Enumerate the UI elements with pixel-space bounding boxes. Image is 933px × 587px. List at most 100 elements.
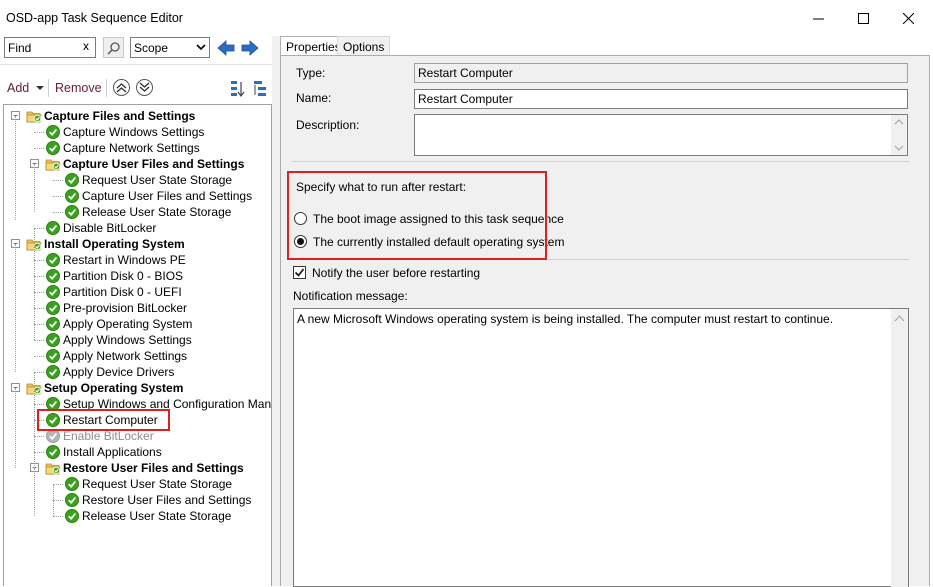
move-up-button[interactable] — [113, 79, 130, 96]
tree-step[interactable]: Apply Windows Settings — [45, 332, 192, 348]
tree-group[interactable]: Restore User Files and Settings — [45, 460, 244, 476]
tree-step[interactable]: Apply Network Settings — [45, 348, 187, 364]
tree-item-label: Apply Operating System — [63, 317, 193, 331]
step-success-icon — [65, 509, 79, 523]
restart-computer-highlight — [37, 409, 170, 431]
type-label: Type: — [296, 66, 326, 80]
description-field[interactable] — [414, 114, 908, 156]
tree-item-label: Capture Network Settings — [63, 141, 200, 155]
scroll-arrows-icon — [894, 119, 904, 151]
tree-connector — [34, 148, 44, 149]
group-folder-icon — [45, 463, 61, 475]
tree-step[interactable]: Restart in Windows PE — [45, 252, 186, 268]
tree-connector — [34, 228, 35, 340]
tree-group[interactable]: Install Operating System — [26, 236, 185, 252]
tree-step[interactable]: Apply Device Drivers — [45, 364, 174, 380]
tree-group[interactable]: Capture User Files and Settings — [45, 156, 244, 172]
tree-step[interactable]: Request User State Storage — [64, 172, 232, 188]
tree-step[interactable]: Pre-provision BitLocker — [45, 300, 187, 316]
tree-item-label: Install Applications — [63, 445, 162, 459]
tree-step[interactable]: Capture Network Settings — [45, 140, 200, 156]
tree-connector — [34, 308, 44, 309]
notification-scrollbar[interactable] — [891, 309, 908, 587]
step-success-icon — [46, 365, 60, 379]
toolbar-divider — [0, 64, 272, 65]
tree-item-label: Enable BitLocker — [63, 429, 154, 443]
description-label: Description: — [296, 118, 360, 132]
tree-step[interactable]: Capture User Files and Settings — [64, 188, 252, 204]
tree-item-label: Capture User Files and Settings — [63, 157, 245, 171]
tree-connector — [15, 116, 16, 220]
name-field[interactable]: Restart Computer — [414, 89, 908, 109]
step-success-icon — [46, 445, 60, 459]
find-input[interactable] — [5, 38, 77, 57]
scope-select[interactable]: Scope — [130, 37, 210, 58]
splitter[interactable] — [272, 36, 280, 586]
tree-connector — [53, 196, 63, 197]
tree-step[interactable]: Restore User Files and Settings — [64, 492, 251, 508]
tree-step[interactable]: Partition Disk 0 - BIOS — [45, 268, 183, 284]
add-menu-button[interactable]: Add — [7, 81, 44, 95]
tree-step[interactable]: Capture Windows Settings — [45, 124, 204, 140]
scope-value: Scope — [134, 41, 169, 55]
step-success-icon — [46, 141, 60, 155]
notify-checkbox[interactable] — [293, 266, 306, 279]
tree-item-label: Capture User Files and Settings — [82, 189, 253, 203]
tree-step[interactable]: Apply Operating System — [45, 316, 192, 332]
tree-step[interactable]: Partition Disk 0 - UEFI — [45, 284, 182, 300]
tree-connector — [53, 500, 63, 501]
find-clear-button[interactable]: x — [83, 39, 89, 53]
checkmark-icon — [294, 268, 305, 277]
group-folder-icon — [45, 159, 61, 171]
tree-connector — [34, 260, 44, 261]
search-button[interactable] — [103, 37, 124, 58]
chevron-down-icon — [196, 44, 206, 51]
find-field[interactable]: x — [4, 37, 96, 58]
tree-connector — [34, 372, 44, 373]
tree-step[interactable]: Release User State Storage — [64, 204, 231, 220]
type-field: Restart Computer — [414, 63, 908, 83]
tree-connector — [34, 132, 44, 133]
next-button[interactable] — [239, 37, 260, 58]
step-success-icon — [65, 205, 79, 219]
tree-item-label: Request User State Storage — [82, 173, 233, 187]
tab-options[interactable]: Options — [337, 36, 391, 56]
tree-connector — [53, 484, 63, 485]
minimize-icon — [812, 18, 824, 19]
minimize-button[interactable] — [796, 6, 840, 30]
properties-panel: Type: Restart Computer Name: Restart Com… — [280, 55, 930, 587]
toolbar-separator — [48, 79, 49, 97]
tree-step[interactable]: Release User State Storage — [64, 508, 231, 524]
maximize-icon — [857, 12, 869, 24]
step-success-icon — [46, 317, 60, 331]
sort-button[interactable] — [227, 78, 248, 99]
tree-connector — [34, 436, 44, 437]
double-chevron-down-icon — [139, 82, 150, 92]
step-success-icon — [46, 253, 60, 267]
tree-step[interactable]: Disable BitLocker — [45, 220, 156, 236]
indent-button[interactable] — [250, 78, 271, 99]
step-success-icon — [65, 477, 79, 491]
description-scrollbar[interactable] — [891, 115, 907, 155]
notify-label[interactable]: Notify the user before restarting — [312, 266, 480, 280]
close-icon — [902, 12, 914, 24]
tree-group[interactable]: Capture Files and Settings — [26, 108, 195, 124]
previous-button[interactable] — [215, 37, 236, 58]
remove-button[interactable]: Remove — [55, 81, 102, 95]
move-down-button[interactable] — [136, 79, 153, 96]
task-sequence-tree[interactable]: − Capture Files and Settings Capture Windo… — [3, 104, 272, 586]
tree-group[interactable]: Setup Operating System — [26, 380, 183, 396]
step-success-icon — [46, 125, 60, 139]
step-success-icon — [46, 301, 60, 315]
step-success-icon — [65, 173, 79, 187]
toolbar-separator — [106, 79, 107, 97]
tree-step[interactable]: Install Applications — [45, 444, 162, 460]
maximize-button[interactable] — [841, 6, 885, 30]
notification-message-field[interactable]: A new Microsoft Windows operating system… — [293, 308, 909, 587]
tree-item-label: Apply Windows Settings — [63, 333, 192, 347]
tree-step[interactable]: Request User State Storage — [64, 476, 232, 492]
close-button[interactable] — [886, 6, 930, 30]
tree-item-label: Partition Disk 0 - UEFI — [63, 285, 182, 299]
step-success-icon — [46, 333, 60, 347]
tree-item-label: Capture Files and Settings — [44, 109, 196, 123]
